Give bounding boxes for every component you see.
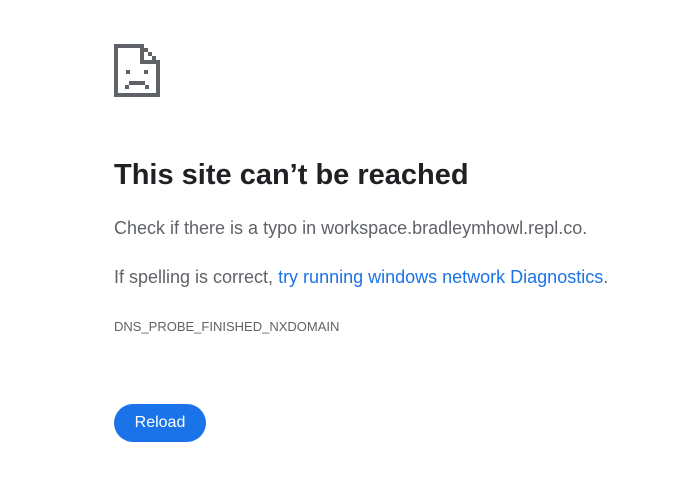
- network-diagnostics-link[interactable]: try running windows network Diagnostics: [278, 267, 603, 287]
- error-code: DNS_PROBE_FINISHED_NXDOMAIN: [114, 319, 340, 334]
- page-title: This site can’t be reached: [114, 159, 469, 191]
- typo-check-message: Check if there is a typo in workspace.br…: [114, 218, 588, 238]
- spelling-prefix-text: If spelling is correct,: [114, 267, 279, 287]
- spelling-suggestion: If spelling is correct, try running wind…: [114, 265, 608, 289]
- reload-button[interactable]: Reload: [114, 404, 206, 442]
- spelling-suffix-text: .: [603, 267, 609, 287]
- sad-document-icon: [113, 42, 161, 98]
